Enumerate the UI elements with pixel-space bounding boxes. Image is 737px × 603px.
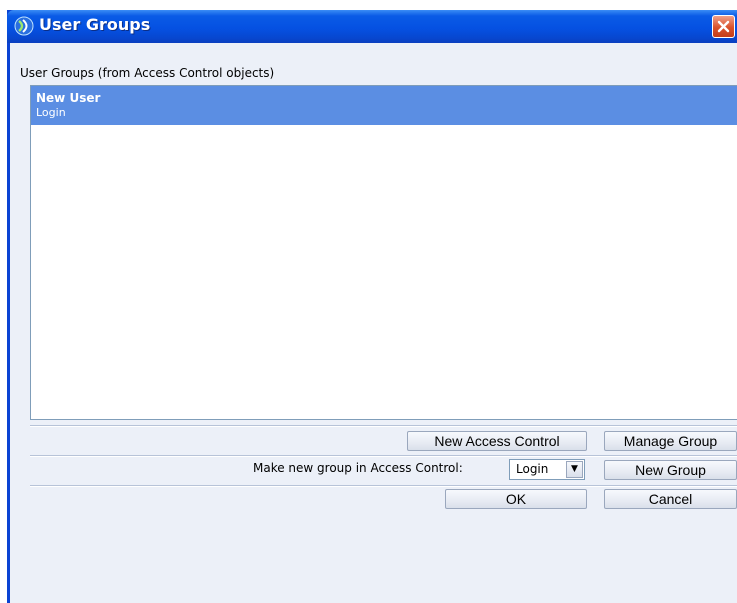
app-logo-icon [14, 16, 34, 36]
divider [30, 425, 737, 427]
close-button[interactable] [712, 15, 735, 38]
window-title: User Groups [39, 15, 151, 34]
new-access-control-button[interactable]: New Access Control [407, 431, 587, 451]
list-item-subtitle: Login [36, 106, 66, 119]
list-item[interactable]: New User Login [31, 86, 737, 125]
access-control-select[interactable]: Login ▼ [509, 459, 585, 480]
cancel-button[interactable]: Cancel [604, 489, 737, 509]
user-groups-caption: User Groups (from Access Control objects… [20, 66, 275, 80]
ok-button[interactable]: OK [445, 489, 587, 509]
new-group-button[interactable]: New Group [604, 460, 737, 480]
title-bar[interactable]: User Groups [7, 10, 737, 43]
divider [30, 455, 737, 457]
manage-group-button[interactable]: Manage Group [604, 431, 737, 451]
select-value: Login [516, 462, 549, 476]
close-icon [717, 20, 730, 33]
list-item-title: New User [36, 91, 101, 105]
divider [30, 485, 737, 487]
user-groups-list[interactable]: New User Login [30, 85, 737, 420]
chevron-down-icon[interactable]: ▼ [566, 461, 583, 478]
make-new-group-label: Make new group in Access Control: [253, 461, 463, 475]
